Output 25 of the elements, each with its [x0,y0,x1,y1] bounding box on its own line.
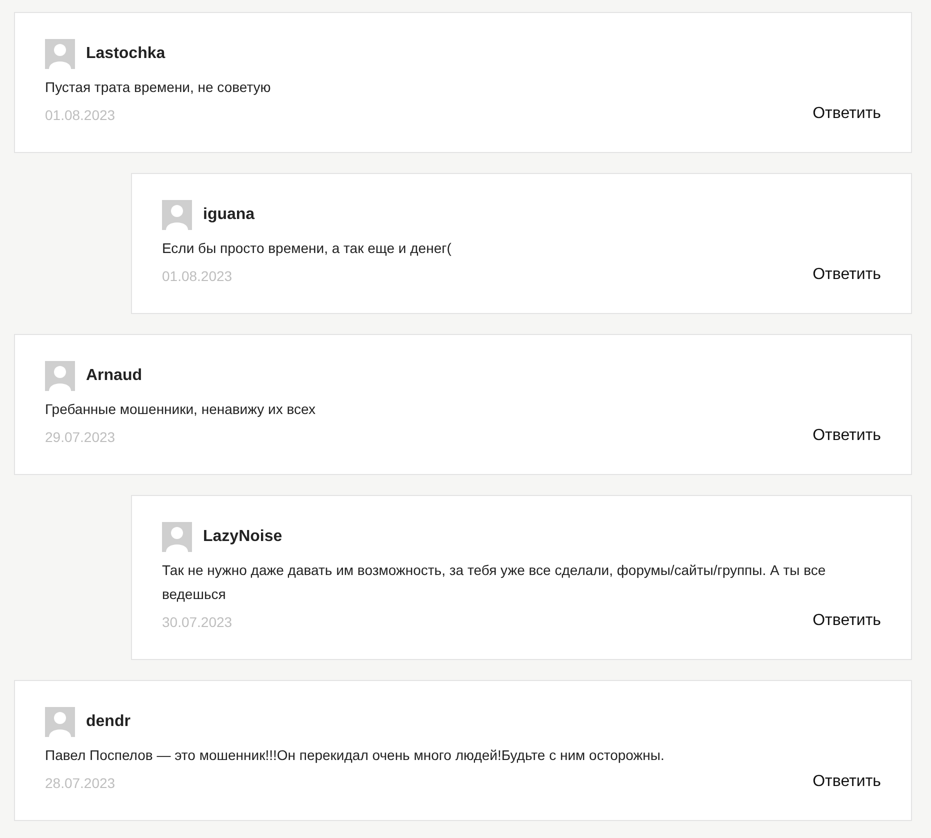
reply-link[interactable]: Ответить [812,262,881,286]
avatar-icon [45,361,75,391]
comment-text: Так не нужно даже давать им возможность, за тебя уже все сделали, форумы/сайты/группы. А ты все ведешься [162,561,827,604]
comment-text: Пустая трата времени, не советую [45,78,272,97]
comment-date: 29.07.2023 [45,428,116,447]
comment-date: 28.07.2023 [45,774,116,793]
avatar-icon [45,39,75,69]
comment-text: Павел Поспелов — это мошенник!!!Он перекидал очень много людей!Будьте с ним осторожны. [45,746,666,765]
reply-link[interactable]: Ответить [812,424,881,448]
avatar-icon [162,522,192,552]
comment-date: 01.08.2023 [162,267,232,286]
avatar-icon [45,707,75,737]
comment-text: Если бы просто времени, а так еще и денег( [162,239,452,258]
reply-link[interactable]: Ответить [812,608,881,632]
avatar-icon [162,200,192,230]
comment-date: 01.08.2023 [45,106,116,125]
author-name: LazyNoise [203,527,282,547]
author-name: iguana [203,205,255,225]
author-name: Lastochka [86,44,166,64]
author-name: Arnaud [86,366,142,386]
reply-link[interactable]: Ответить [812,770,881,794]
comment-text: Гребанные мошенники, ненавижу их всех [45,400,317,419]
reply-link[interactable]: Ответить [812,102,881,126]
author-name: dendr [86,712,130,732]
comment-date: 30.07.2023 [162,613,232,632]
